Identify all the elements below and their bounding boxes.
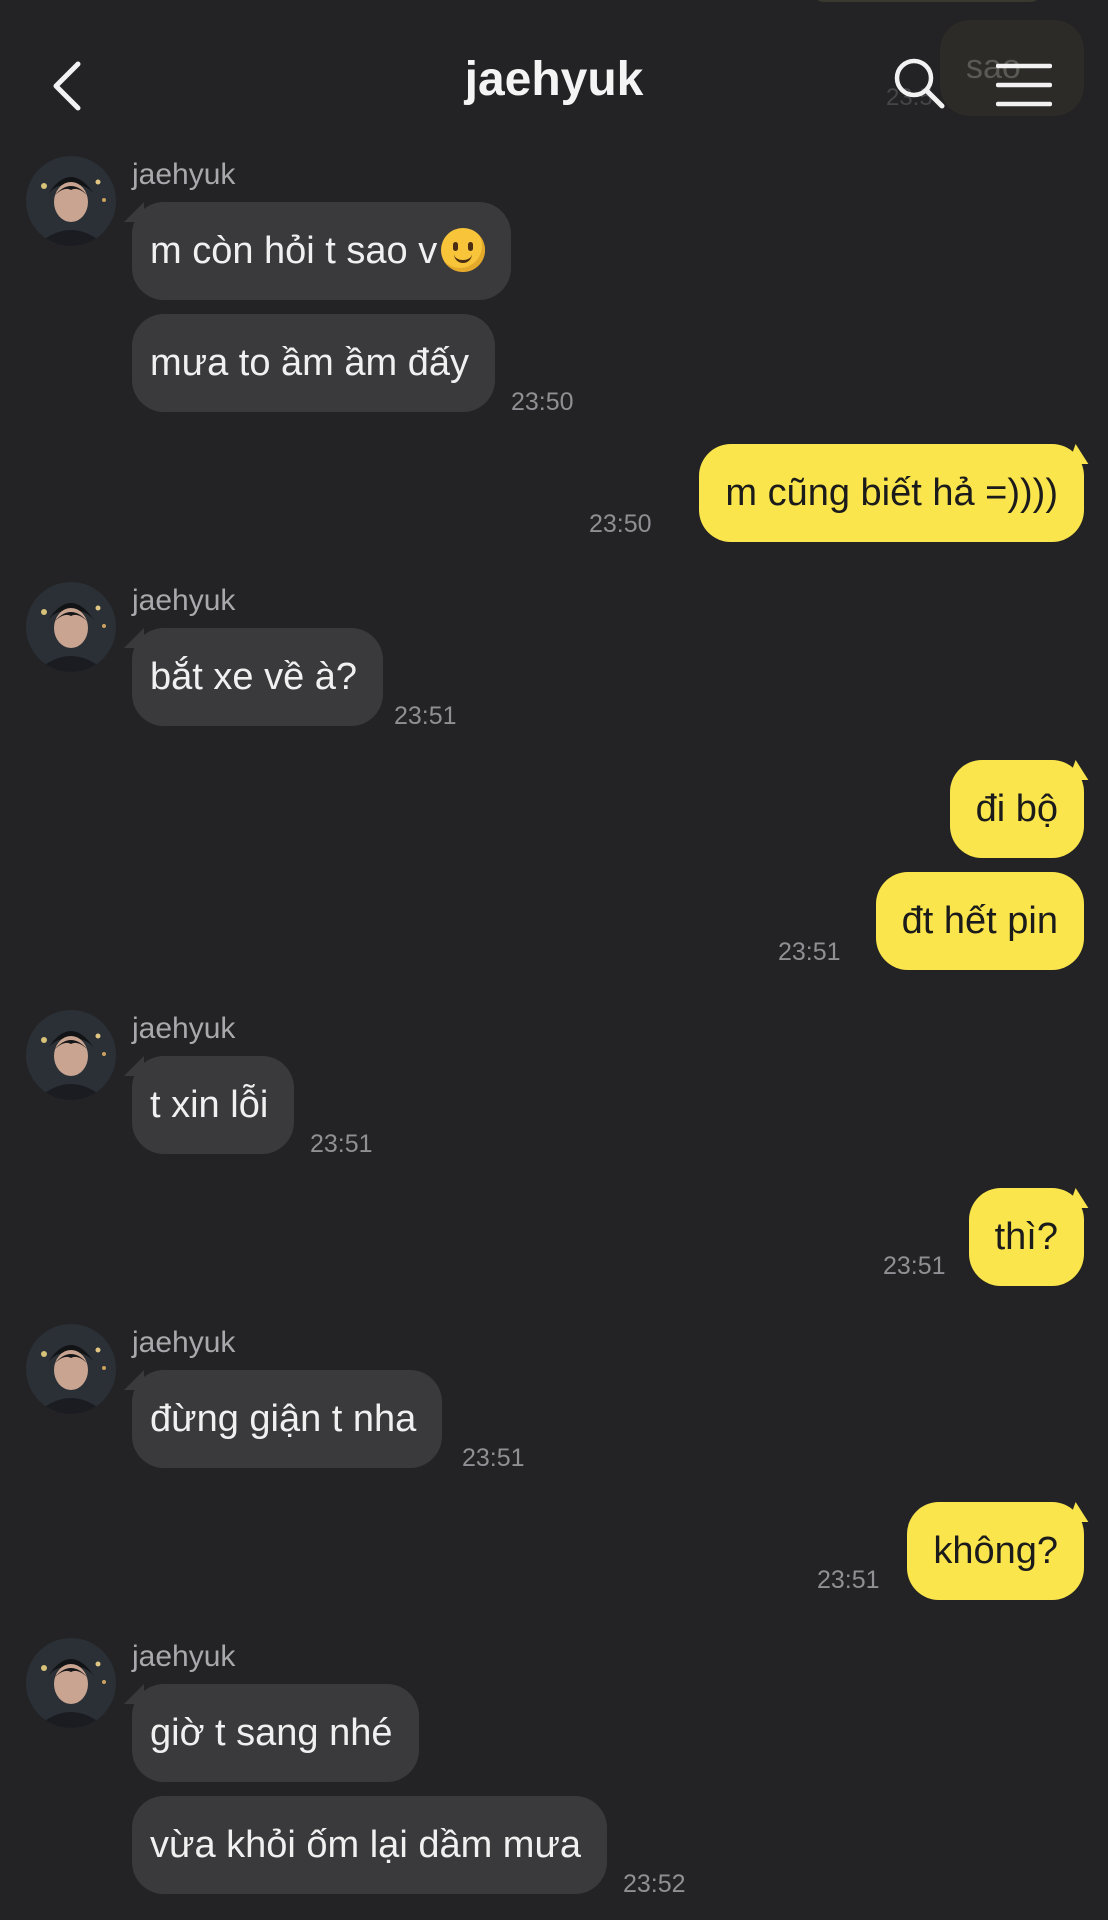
message-time: 23:51 — [310, 1130, 373, 1158]
sender-name: jaehyuk — [132, 1640, 236, 1673]
incoming-message[interactable]: t xin lỗi — [123, 1056, 295, 1154]
message-time: 23:51 — [462, 1444, 525, 1472]
message-text: t xin lỗi — [150, 1084, 269, 1126]
avatar[interactable] — [26, 1010, 116, 1100]
incoming-message[interactable]: giờ t sang nhé — [124, 1684, 419, 1782]
message-text: đi bộ — [975, 788, 1058, 830]
message-time: 23:50 — [511, 388, 574, 416]
message-time: 23:51 — [817, 1566, 880, 1594]
sender-name: jaehyuk — [132, 158, 236, 191]
incoming-message[interactable]: đừng giận t nha — [123, 1370, 443, 1468]
message-time: 23:52 — [623, 1870, 686, 1898]
message-time: 23:51 — [883, 1252, 946, 1280]
incoming-message[interactable]: mưa to ầm ầm đấy — [132, 314, 495, 412]
outgoing-message[interactable]: đt hết pin — [875, 872, 1084, 970]
avatar[interactable] — [26, 156, 116, 246]
profile-photo-icon — [26, 156, 116, 246]
message-text: không? — [933, 1530, 1058, 1572]
menu-button[interactable] — [995, 62, 1053, 108]
message-text: vừa khỏi ốm lại dầm mưa — [150, 1824, 582, 1866]
message-text: m còn hỏi t sao v — [150, 230, 438, 272]
message-text: bắt xe về à? — [150, 656, 358, 698]
outgoing-message[interactable]: không? — [907, 1502, 1084, 1600]
sender-name: jaehyuk — [132, 1012, 236, 1045]
slightly-smiling-face-emoji-icon — [441, 227, 486, 272]
chat-header: jaehyuk — [0, 0, 1108, 150]
message-text: đt hết pin — [901, 900, 1058, 942]
message-time: 23:51 — [394, 702, 457, 730]
avatar[interactable] — [26, 1324, 116, 1414]
outgoing-message[interactable]: thì? — [968, 1188, 1084, 1286]
avatar[interactable] — [26, 1638, 116, 1728]
search-button[interactable] — [892, 56, 946, 110]
search-icon — [894, 58, 945, 109]
avatar[interactable] — [26, 582, 116, 672]
incoming-message[interactable]: vừa khỏi ốm lại dầm mưa — [132, 1796, 608, 1894]
incoming-message[interactable]: bắt xe về à? — [123, 628, 384, 726]
profile-photo-icon — [26, 582, 116, 672]
message-text: thì? — [994, 1216, 1058, 1258]
sender-name: jaehyuk — [132, 584, 236, 617]
hamburger-menu-icon — [995, 63, 1053, 107]
incoming-message[interactable]: m còn hỏi t sao v — [123, 202, 512, 300]
message-text: giờ t sang nhé — [150, 1712, 393, 1754]
profile-photo-icon — [26, 1324, 116, 1414]
message-time: 23:50 — [589, 510, 652, 538]
profile-photo-icon — [26, 1638, 116, 1728]
profile-photo-icon — [26, 1010, 116, 1100]
outgoing-message[interactable]: m cũng biết hả =)))) — [699, 444, 1084, 542]
outgoing-message[interactable]: đi bộ — [949, 760, 1084, 858]
message-text: đừng giận t nha — [150, 1398, 417, 1440]
message-time: 23:51 — [778, 938, 841, 966]
message-text: m cũng biết hả =)))) — [725, 472, 1058, 514]
sender-name: jaehyuk — [132, 1326, 236, 1359]
message-text: mưa to ầm ầm đấy — [150, 342, 469, 384]
